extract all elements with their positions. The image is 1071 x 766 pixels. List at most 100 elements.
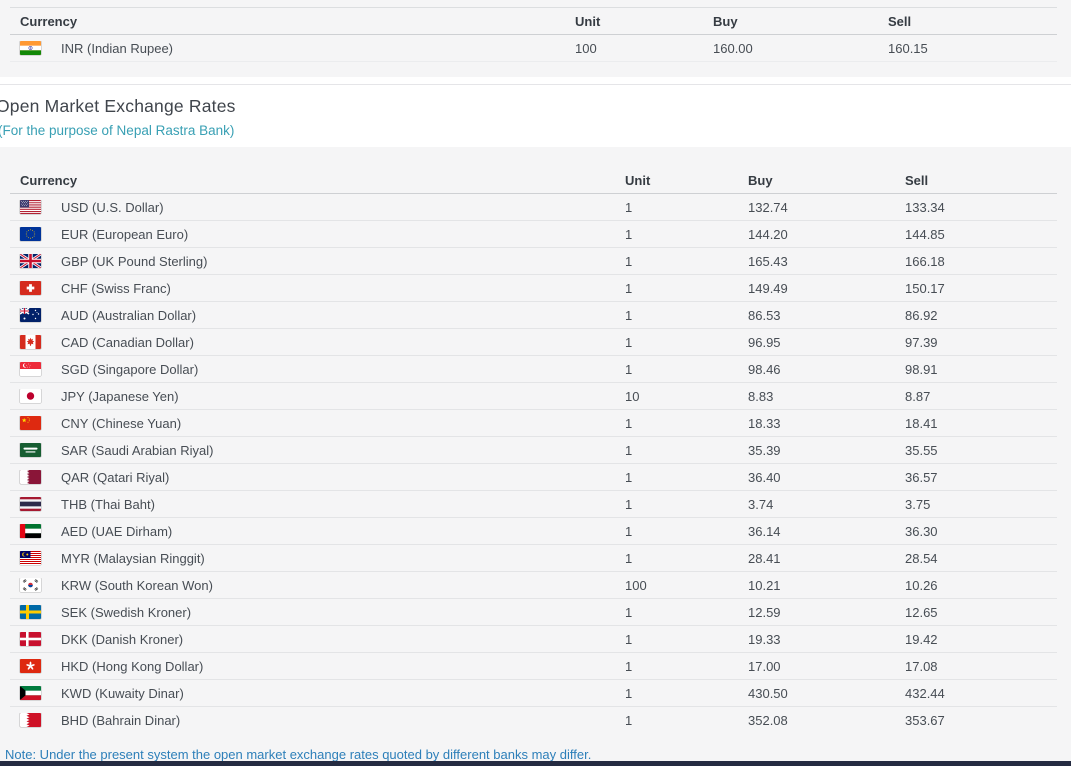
rate-row-chf: CHF (Swiss Franc) 1 149.49 150.17 xyxy=(10,275,1057,302)
singapore-flag-icon xyxy=(20,362,41,376)
currency-cell: BHD (Bahrain Dinar) xyxy=(10,713,625,728)
currency-cell: SGD (Singapore Dollar) xyxy=(10,362,625,377)
unit-value: 1 xyxy=(625,334,633,350)
page-subtitle: (For the purpose of Nepal Rastra Bank) xyxy=(0,123,235,138)
currency-label: HKD (Hong Kong Dollar) xyxy=(61,658,204,674)
currency-cell: USD (U.S. Dollar) xyxy=(10,200,625,215)
currency-label: SAR (Saudi Arabian Riyal) xyxy=(61,442,214,458)
sell-value: 8.87 xyxy=(905,388,931,404)
buy-value: 18.33 xyxy=(748,415,781,431)
kuwait-flag-icon xyxy=(20,686,41,700)
currency-cell: JPY (Japanese Yen) xyxy=(10,389,625,404)
rate-row-krw: KRW (South Korean Won) 100 10.21 10.26 xyxy=(10,572,1057,599)
buy-value: 36.14 xyxy=(748,523,781,539)
currency-label: SGD (Singapore Dollar) xyxy=(61,361,199,377)
column-header-buy: Buy xyxy=(713,13,738,29)
rate-row-sek: SEK (Swedish Kroner) 1 12.59 12.65 xyxy=(10,599,1057,626)
page-title: Open Market Exchange Rates xyxy=(0,96,236,116)
currency-cell: INR (Indian Rupee) xyxy=(10,41,575,56)
unit-value: 1 xyxy=(625,280,633,296)
rate-row-usd: USD (U.S. Dollar) 1 132.74 133.34 xyxy=(10,194,1057,221)
rate-row-kwd: KWD (Kuwaity Dinar) 1 430.50 432.44 xyxy=(10,680,1057,707)
unit-value: 1 xyxy=(625,253,633,269)
buy-value: 430.50 xyxy=(748,685,788,701)
unit-value: 1 xyxy=(625,658,633,674)
unit-value: 100 xyxy=(575,40,597,56)
currency-cell: CHF (Swiss Franc) xyxy=(10,281,625,296)
currency-label: AUD (Australian Dollar) xyxy=(61,307,197,323)
buy-value: 165.43 xyxy=(748,253,788,269)
buy-value: 10.21 xyxy=(748,577,781,593)
rate-row-jpy: JPY (Japanese Yen) 10 8.83 8.87 xyxy=(10,383,1057,410)
rate-row-sar: SAR (Saudi Arabian Riyal) 1 35.39 35.55 xyxy=(10,437,1057,464)
currency-cell: MYR (Malaysian Ringgit) xyxy=(10,551,625,566)
rate-row-myr: MYR (Malaysian Ringgit) 1 28.41 28.54 xyxy=(10,545,1057,572)
sell-value: 133.34 xyxy=(905,199,945,215)
sell-value: 35.55 xyxy=(905,442,938,458)
currency-cell: AUD (Australian Dollar) xyxy=(10,308,625,323)
india-flag-icon xyxy=(20,41,41,55)
rate-row-eur: EUR (European Euro) 1 144.20 144.85 xyxy=(10,221,1057,248)
inr-rates-table: Currency Unit Buy Sell INR (Indian Rupee) 100… xyxy=(10,7,1057,62)
currency-label: JPY (Japanese Yen) xyxy=(61,388,179,404)
currency-label: BHD (Bahrain Dinar) xyxy=(61,712,181,728)
currency-label: KRW (South Korean Won) xyxy=(61,577,213,593)
column-header-sell: Sell xyxy=(905,172,929,188)
buy-value: 160.00 xyxy=(713,40,753,56)
currency-label: USD (U.S. Dollar) xyxy=(61,199,164,215)
sell-value: 28.54 xyxy=(905,550,938,566)
open-market-rates-table: Currency Unit Buy Sell USD (U.S. Dollar) 1 132… xyxy=(10,167,1057,733)
currency-cell: SAR (Saudi Arabian Riyal) xyxy=(10,443,625,458)
rate-row-sgd: SGD (Singapore Dollar) 1 98.46 98.91 xyxy=(10,356,1057,383)
currency-label: QAR (Qatari Riyal) xyxy=(61,469,170,485)
currency-label: SEK (Swedish Kroner) xyxy=(61,604,192,620)
table-header-row: Currency Unit Buy Sell xyxy=(10,8,1057,35)
unit-value: 1 xyxy=(625,685,633,701)
south-korea-flag-icon xyxy=(20,578,41,592)
sell-value: 12.65 xyxy=(905,604,938,620)
currency-cell: GBP (UK Pound Sterling) xyxy=(10,254,625,269)
unit-value: 1 xyxy=(625,199,633,215)
china-flag-icon xyxy=(20,416,41,430)
sell-value: 432.44 xyxy=(905,685,945,701)
sell-value: 36.57 xyxy=(905,469,938,485)
currency-cell: QAR (Qatari Riyal) xyxy=(10,470,625,485)
currency-label: CNY (Chinese Yuan) xyxy=(61,415,182,431)
footer-bar xyxy=(0,761,1071,766)
japan-flag-icon xyxy=(20,389,41,403)
unit-value: 1 xyxy=(625,415,633,431)
currency-label: INR (Indian Rupee) xyxy=(61,40,173,56)
unit-value: 1 xyxy=(625,307,633,323)
uk-flag-icon xyxy=(20,254,41,268)
currency-label: AED (UAE Dirham) xyxy=(61,523,173,539)
currency-cell: KWD (Kuwaity Dinar) xyxy=(10,686,625,701)
unit-value: 1 xyxy=(625,604,633,620)
rate-row-aed: AED (UAE Dirham) 1 36.14 36.30 xyxy=(10,518,1057,545)
sell-value: 160.15 xyxy=(888,40,928,56)
buy-value: 17.00 xyxy=(748,658,781,674)
rate-row-qar: QAR (Qatari Riyal) 1 36.40 36.57 xyxy=(10,464,1057,491)
buy-value: 19.33 xyxy=(748,631,781,647)
buy-value: 28.41 xyxy=(748,550,781,566)
unit-value: 10 xyxy=(625,388,640,404)
sell-value: 19.42 xyxy=(905,631,938,647)
sell-value: 18.41 xyxy=(905,415,938,431)
unit-value: 1 xyxy=(625,523,633,539)
rate-row-cny: CNY (Chinese Yuan) 1 18.33 18.41 xyxy=(10,410,1057,437)
saudi-arabia-flag-icon xyxy=(20,443,41,457)
column-header-currency: Currency xyxy=(20,172,78,188)
buy-value: 8.83 xyxy=(748,388,774,404)
denmark-flag-icon xyxy=(20,632,41,646)
sell-value: 166.18 xyxy=(905,253,945,269)
exchange-rates-page: Currency Unit Buy Sell INR (Indian Rupee) 100… xyxy=(0,0,1071,766)
rate-row-thb: THB (Thai Baht) 1 3.74 3.75 xyxy=(10,491,1057,518)
hong-kong-flag-icon xyxy=(20,659,41,673)
sell-value: 353.67 xyxy=(905,712,945,728)
column-header-currency: Currency xyxy=(20,13,78,29)
buy-value: 98.46 xyxy=(748,361,781,377)
sell-value: 97.39 xyxy=(905,334,938,350)
buy-value: 35.39 xyxy=(748,442,781,458)
currency-cell: HKD (Hong Kong Dollar) xyxy=(10,659,625,674)
rate-row-dkk: DKK (Danish Kroner) 1 19.33 19.42 xyxy=(10,626,1057,653)
table-header-row: Currency Unit Buy Sell xyxy=(10,167,1057,194)
